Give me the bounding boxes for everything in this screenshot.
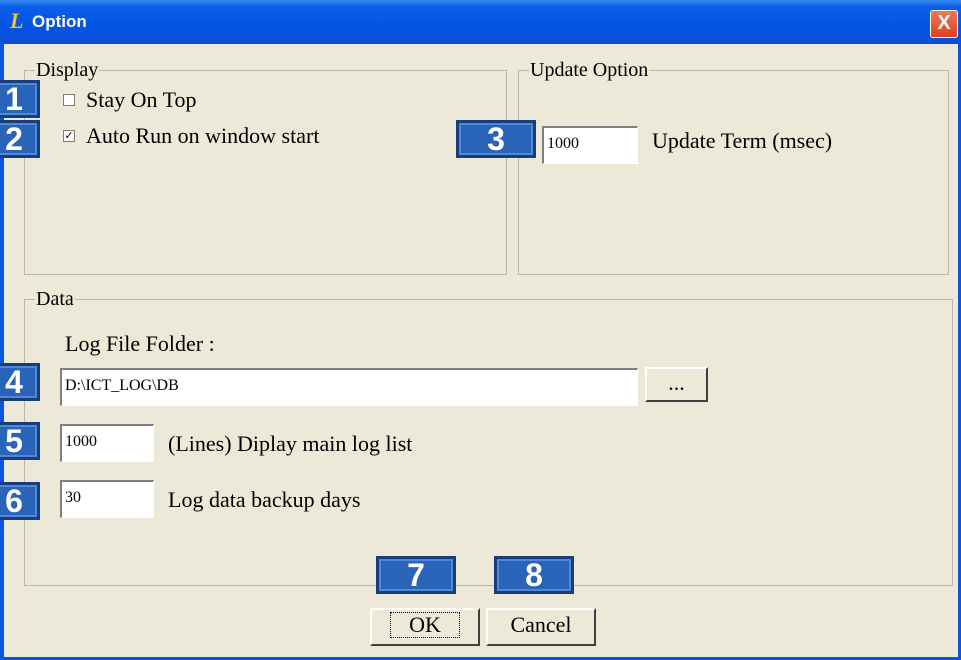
badge-6: 6 bbox=[0, 482, 40, 520]
update-option-legend: Update Option bbox=[529, 59, 650, 81]
badge-7: 7 bbox=[376, 556, 456, 594]
log-folder-label: Log File Folder : bbox=[65, 331, 215, 356]
update-option-group: Update Option bbox=[518, 60, 949, 275]
stay-on-top-checkbox[interactable] bbox=[63, 94, 75, 106]
badge-2: 2 bbox=[0, 120, 40, 158]
badge-4: 4 bbox=[0, 363, 40, 401]
auto-run-label: Auto Run on window start bbox=[86, 123, 320, 148]
title-bar[interactable]: L Option X bbox=[0, 0, 961, 44]
ok-label: OK bbox=[390, 612, 460, 638]
close-icon: X bbox=[937, 12, 951, 34]
badge-8: 8 bbox=[494, 556, 574, 594]
ok-button[interactable]: OK bbox=[370, 608, 480, 646]
badge-3: 3 bbox=[456, 120, 536, 158]
checkmark-icon: ✓ bbox=[64, 129, 74, 142]
browse-folder-button[interactable]: ... bbox=[645, 367, 708, 402]
close-button[interactable]: X bbox=[930, 10, 958, 38]
cancel-button[interactable]: Cancel bbox=[486, 608, 596, 646]
auto-run-checkbox[interactable]: ✓ bbox=[63, 130, 75, 142]
lines-label: (Lines) Diplay main log list bbox=[168, 431, 413, 456]
data-legend: Data bbox=[35, 288, 75, 310]
update-term-label: Update Term (msec) bbox=[652, 128, 833, 153]
backup-days-label: Log data backup days bbox=[168, 487, 361, 512]
stay-on-top-label: Stay On Top bbox=[86, 87, 197, 112]
update-term-input[interactable]: 1000 bbox=[542, 126, 638, 164]
window-title: Option bbox=[32, 12, 87, 31]
option-dialog: L Option X Display Stay On Top ✓ Auto Ru… bbox=[0, 0, 961, 660]
backup-days-input[interactable]: 30 bbox=[60, 480, 154, 518]
lines-input[interactable]: 1000 bbox=[60, 424, 154, 462]
display-legend: Display bbox=[35, 59, 100, 81]
badge-1: 1 bbox=[0, 80, 40, 118]
app-logo-icon: L bbox=[10, 8, 24, 33]
badge-5: 5 bbox=[0, 422, 40, 460]
log-folder-input[interactable]: D:\ICT_LOG\DB bbox=[60, 368, 638, 406]
